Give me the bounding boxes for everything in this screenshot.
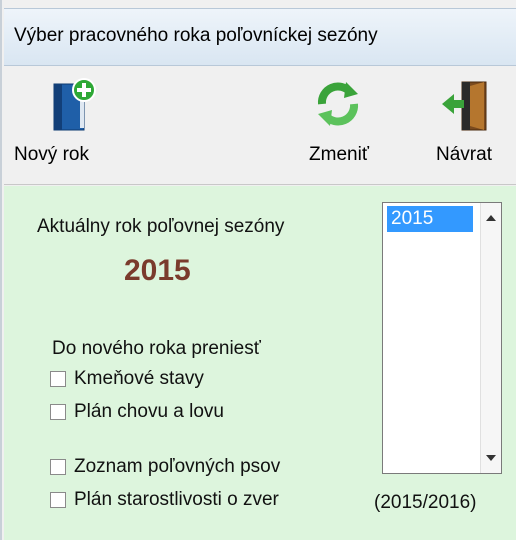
change-button[interactable]: Zmeniť bbox=[294, 66, 384, 184]
return-button[interactable]: Návrat bbox=[414, 66, 514, 184]
new-year-label: Nový rok bbox=[14, 144, 89, 165]
return-label: Návrat bbox=[436, 144, 492, 165]
title-bar: Výber pracovného roka poľovníckej sezóny bbox=[4, 8, 516, 66]
checkbox-label: Plán chovu a lovu bbox=[74, 401, 224, 422]
year-listbox[interactable]: 2015 bbox=[382, 202, 502, 474]
checkbox-label: Zoznam poľovných psov bbox=[74, 456, 281, 477]
scroll-down-icon[interactable] bbox=[486, 455, 496, 461]
list-item-selected[interactable]: 2015 bbox=[387, 206, 473, 232]
season-range: (2015/2016) bbox=[374, 492, 477, 513]
change-label: Zmeniť bbox=[309, 144, 369, 165]
exit-door-icon bbox=[442, 81, 487, 131]
checkbox-label: Plán starostlivosti o zver bbox=[74, 489, 279, 510]
toolbar: Nový rok Zmeniť Návrat bbox=[4, 66, 516, 185]
new-book-icon bbox=[53, 78, 96, 131]
checkbox-label: Kmeňové stavy bbox=[74, 368, 204, 389]
listbox-scrollbar[interactable] bbox=[480, 203, 501, 473]
dialog-window: Výber pracovného roka poľovníckej sezóny… bbox=[0, 0, 516, 540]
scroll-up-icon[interactable] bbox=[486, 215, 496, 221]
current-year-value: 2015 bbox=[124, 254, 191, 287]
current-year-label: Aktuálny rok poľovnej sezóny bbox=[37, 216, 285, 237]
window-title: Výber pracovného roka poľovníckej sezóny bbox=[14, 25, 378, 46]
new-year-button[interactable]: Nový rok bbox=[10, 66, 110, 184]
refresh-icon bbox=[317, 82, 359, 126]
checkbox-box[interactable] bbox=[50, 371, 66, 387]
content-panel: Aktuálny rok poľovnej sezóny 2015 Do nov… bbox=[4, 186, 516, 540]
checkbox-box[interactable] bbox=[50, 404, 66, 420]
checkbox-box[interactable] bbox=[50, 459, 66, 475]
transfer-label: Do nového roka preniesť bbox=[52, 338, 261, 359]
checkbox-box[interactable] bbox=[50, 492, 66, 508]
